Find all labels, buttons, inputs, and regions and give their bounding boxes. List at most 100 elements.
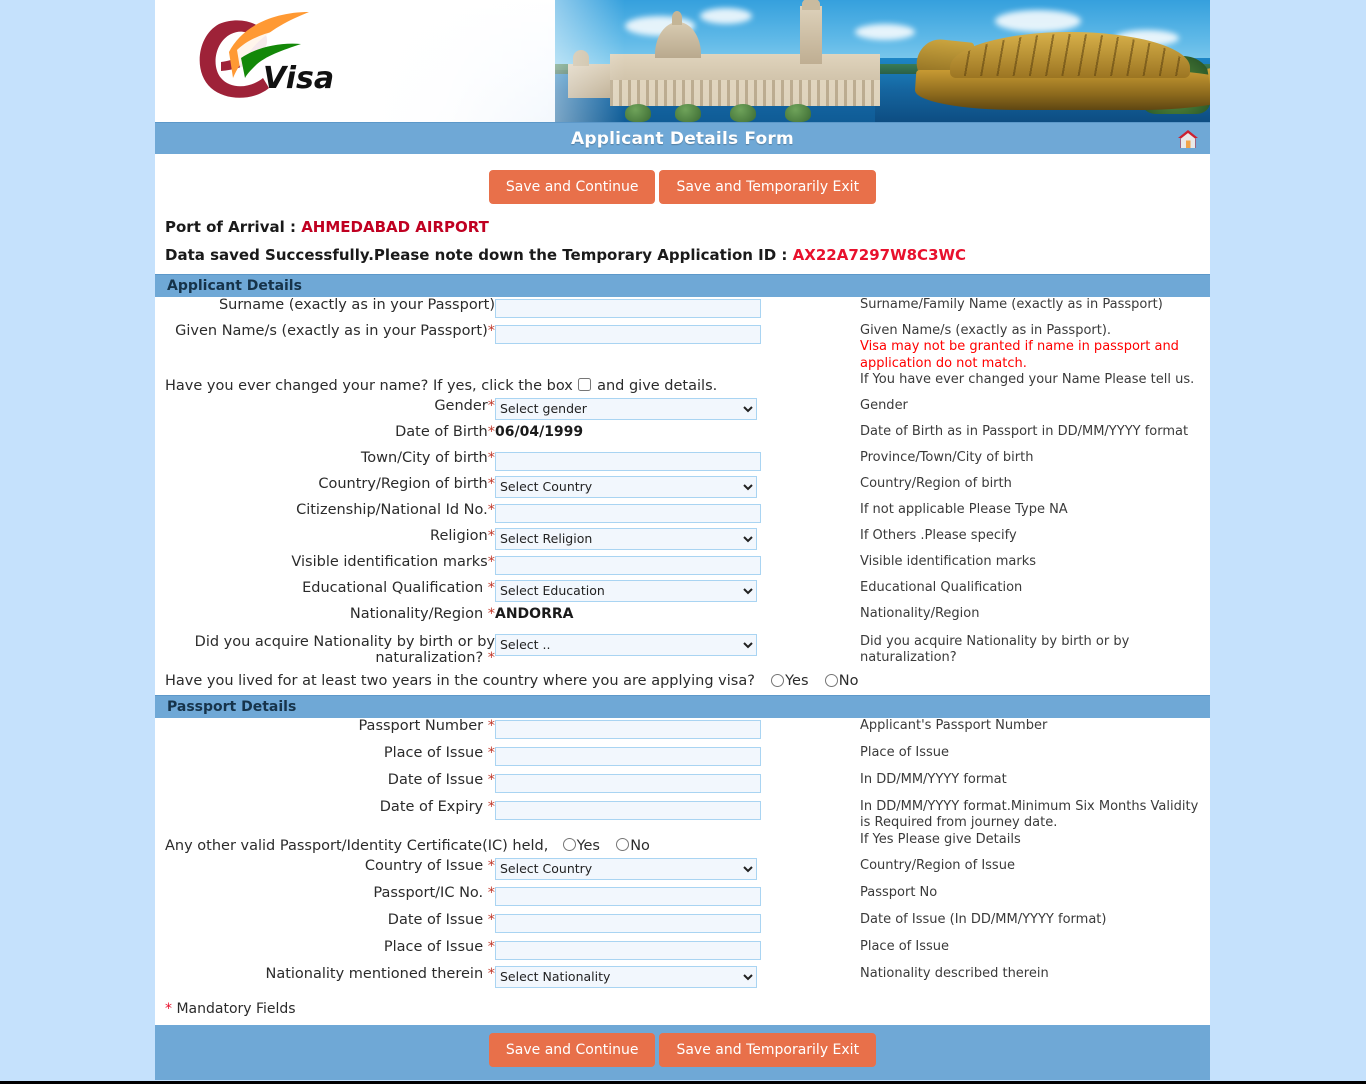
temporary-application-id-message: Data saved Successfully.Please note down…: [155, 238, 1210, 274]
other-passport-no-radio[interactable]: [616, 838, 630, 852]
ic-place-of-issue-input[interactable]: [495, 940, 761, 960]
field-row-religion: Religion* Select Religion If Others .Ple…: [155, 527, 1210, 554]
ic-nationality-help: Nationality described therein: [860, 965, 1049, 981]
country-of-issue-select[interactable]: Select Country: [495, 857, 757, 880]
passport-date-of-expiry-input[interactable]: [495, 801, 761, 821]
acquire-nationality-select[interactable]: Select ..: [495, 633, 757, 656]
education-select[interactable]: Select Education: [495, 579, 757, 602]
identification-marks-help: Visible identification marks: [860, 553, 1037, 569]
ic-nationality-label-text: Nationality mentioned therein: [265, 965, 488, 982]
nationality-label: Nationality/Region *: [155, 606, 495, 632]
passport-number-label: Passport Number *: [155, 718, 495, 745]
date-of-birth-help: Date of Birth as in Passport in DD/MM/YY…: [860, 423, 1189, 439]
required-asterisk: *: [487, 938, 495, 955]
site-banner: Visa: [155, 0, 1210, 122]
ic-date-of-issue-input[interactable]: [495, 913, 761, 933]
spacer: [785, 718, 860, 745]
lived-two-years-yes-radio[interactable]: [771, 673, 785, 687]
passport-number-input[interactable]: [495, 720, 761, 740]
field-row-identification-marks: Visible identification marks* Visible id…: [155, 554, 1210, 580]
ic-number-help: Passport No: [860, 884, 938, 900]
given-name-label: Given Name/s (exactly as in your Passpor…: [155, 323, 495, 372]
field-row-acquire-nationality: Did you acquire Nationality by birth or …: [155, 632, 1210, 667]
field-row-passport-date-of-issue: Date of Issue * In DD/MM/YYYY format: [155, 772, 1210, 799]
field-row-date-of-birth: Date of Birth* 06/04/1999 Date of Birth …: [155, 424, 1210, 450]
passport-date-of-expiry-help: In DD/MM/YYYY format.Minimum Six Months …: [860, 799, 1199, 831]
ic-date-of-issue-label: Date of Issue *: [155, 912, 495, 939]
ic-nationality-field-cell: Select Nationality: [495, 965, 785, 993]
spacer: [785, 966, 860, 993]
surname-input[interactable]: [495, 299, 761, 318]
required-asterisk: *: [487, 772, 495, 789]
mandatory-fields-note: * Mandatory Fields: [155, 993, 1210, 1025]
passport-place-of-issue-input[interactable]: [495, 747, 761, 767]
field-row-passport-place-of-issue: Place of Issue * Place of Issue: [155, 745, 1210, 772]
country-of-birth-label-text: Country/Region of birth: [318, 475, 488, 492]
spacer: [785, 606, 860, 632]
passport-number-label-text: Passport Number: [358, 718, 488, 735]
home-icon[interactable]: [1174, 125, 1202, 153]
save-and-temporarily-exit-button-bottom[interactable]: Save and Temporarily Exit: [659, 1032, 877, 1067]
mandatory-fields-text: Mandatory Fields: [176, 1000, 296, 1017]
passport-date-of-issue-input[interactable]: [495, 774, 761, 794]
passport-date-of-issue-field-cell: [495, 772, 785, 799]
save-and-continue-button-bottom[interactable]: Save and Continue: [488, 1032, 656, 1067]
ic-number-field-cell: [495, 885, 785, 912]
required-asterisk: *: [487, 745, 495, 762]
given-name-help-line2: Visa may not be granted if name in passp…: [860, 339, 1179, 371]
lived-two-years-no-radio[interactable]: [824, 673, 838, 687]
passport-date-of-issue-label: Date of Issue *: [155, 772, 495, 799]
religion-label-text: Religion: [430, 527, 488, 544]
spacer: [785, 398, 860, 424]
ic-date-of-issue-label-text: Date of Issue: [387, 911, 488, 928]
country-of-birth-select[interactable]: Select Country: [495, 475, 757, 498]
changed-name-question: Have you ever changed your name? If yes,…: [155, 372, 860, 398]
town-of-birth-help: Province/Town/City of birth: [860, 449, 1034, 465]
gender-label-text: Gender: [434, 397, 488, 414]
citizenship-id-label-text: Citizenship/National Id No.: [296, 501, 488, 518]
other-passport-yes-radio[interactable]: [562, 838, 576, 852]
town-of-birth-field-cell: [495, 450, 785, 476]
citizenship-id-input[interactable]: [495, 503, 761, 523]
town-of-birth-label: Town/City of birth*: [155, 450, 495, 476]
required-asterisk: *: [487, 884, 495, 901]
changed-name-checkbox[interactable]: [578, 378, 592, 392]
ic-number-label-text: Passport/IC No.: [373, 884, 488, 901]
ic-nationality-select[interactable]: Select Nationality: [495, 965, 757, 988]
save-and-continue-button-top[interactable]: Save and Continue: [488, 170, 656, 204]
required-asterisk: *: [487, 527, 495, 544]
passport-place-of-issue-label: Place of Issue *: [155, 745, 495, 772]
lived-two-years-text: Have you lived for at least two years in…: [165, 673, 755, 690]
spacer: [785, 528, 860, 554]
field-row-citizenship-id: Citizenship/National Id No.* If not appl…: [155, 502, 1210, 528]
spacer: [785, 885, 860, 912]
acquire-nationality-help: Did you acquire Nationality by birth or …: [860, 633, 1130, 665]
spacer: [785, 424, 860, 450]
spacer: [785, 450, 860, 476]
country-of-issue-field-cell: Select Country: [495, 857, 785, 885]
ic-date-of-issue-field-cell: [495, 912, 785, 939]
acquire-nationality-label: Did you acquire Nationality by birth or …: [155, 632, 495, 667]
ic-number-label: Passport/IC No. *: [155, 885, 495, 912]
required-asterisk: *: [487, 799, 495, 816]
religion-select[interactable]: Select Religion: [495, 527, 757, 550]
identification-marks-field-cell: [495, 554, 785, 580]
top-button-row: Save and Continue Save and Temporarily Ex…: [155, 154, 1210, 212]
ic-place-of-issue-field-cell: [495, 939, 785, 966]
passport-date-of-issue-label-text: Date of Issue: [387, 772, 488, 789]
country-of-issue-label: Country of Issue *: [155, 858, 495, 885]
given-name-input[interactable]: [495, 325, 761, 344]
identification-marks-input[interactable]: [495, 555, 761, 575]
section-header-applicant-details: Applicant Details: [155, 274, 1210, 297]
app-shell: Visa Applicant Details Form Save and Con…: [155, 0, 1210, 1080]
save-and-temporarily-exit-button-top[interactable]: Save and Temporarily Exit: [659, 170, 877, 204]
town-of-birth-input[interactable]: [495, 451, 761, 471]
gender-select[interactable]: Select gender: [495, 397, 757, 420]
field-row-country-of-issue: Country of Issue * Select Country Countr…: [155, 857, 1210, 885]
port-of-arrival-value: AHMEDABAD AIRPORT: [301, 218, 489, 236]
page-root: Visa Applicant Details Form Save and Con…: [0, 0, 1366, 1084]
building-colonnade: [610, 80, 880, 106]
required-asterisk: *: [487, 718, 495, 735]
ic-number-input[interactable]: [495, 886, 761, 906]
spacer: [785, 323, 860, 372]
